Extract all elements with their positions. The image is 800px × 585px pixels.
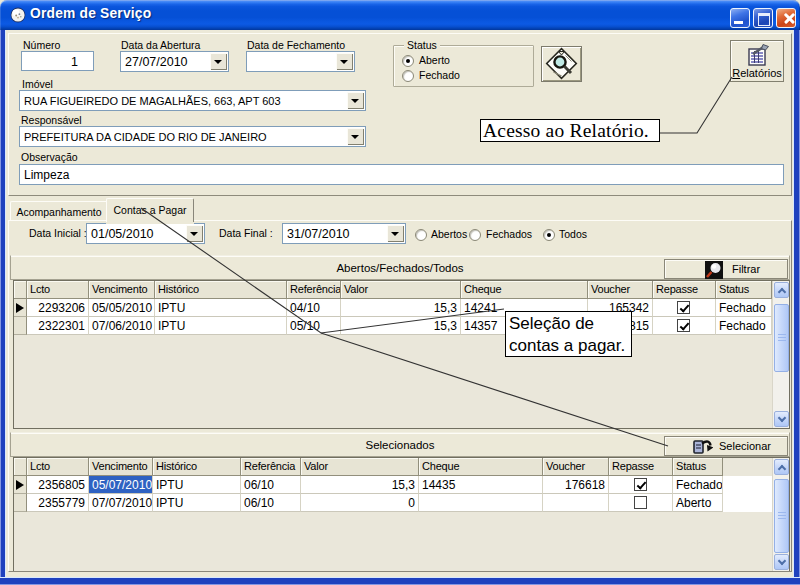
data-fechamento-combobox[interactable] [246,51,355,72]
annotation-line2: contas a pagar. [509,335,631,357]
radio-fechado[interactable] [402,70,414,82]
status-group-label: Status [404,39,440,51]
responsavel-combobox[interactable]: PREFEITURA DA CIDADE DO RIO DE JANEIRO [19,126,366,147]
imovel-value: RUA FIGUEIREDO DE MAGALHÃES, 663, APT 60… [24,95,281,107]
titlebar[interactable]: Ordem de Serviço [0,0,800,30]
relatorios-button[interactable]: Relatórios [730,40,784,82]
annotation-line1: Seleção de [509,313,631,335]
close-icon [786,12,799,25]
data-abertura-label: Data da Abertura [121,39,200,51]
search-button[interactable] [541,46,582,82]
data-abertura-value: 27/07/2010 [125,55,188,69]
annotation-selecao-contas: Seleção de contas a pagar. [505,311,632,357]
annotation-acesso-relatorio: Acesso ao Relatório. [480,119,660,142]
report-table-icon [747,44,771,68]
observacao-input[interactable]: Limpeza [19,164,784,185]
radio-aberto-label[interactable]: Aberto [419,54,450,66]
window-border-bottom [0,577,800,585]
responsavel-value: PREFEITURA DA CIDADE DO RIO DE JANEIRO [24,131,267,143]
app-window: Ordem de Serviço Número 1 Data da Abertu… [0,0,800,585]
header-form-panel: Número 1 Data da Abertura 27/07/2010 Dat… [8,33,792,196]
chevron-down-icon[interactable] [347,92,364,109]
relatorios-button-label: Relatórios [731,67,783,79]
minimize-button[interactable] [730,8,750,28]
responsavel-label: Responsável [21,114,82,126]
search-document-icon [542,47,581,81]
observacao-value: Limpeza [24,168,69,182]
data-abertura-combobox[interactable]: 27/07/2010 [120,51,229,72]
tab-page [8,220,792,572]
tab-acompanhamento[interactable]: Acompanhamento [10,201,108,221]
numero-label: Número [23,39,60,51]
radio-fechado-label[interactable]: Fechado [419,69,460,81]
window-border-right [793,30,800,577]
chevron-down-icon[interactable] [210,53,227,70]
imovel-label: Imóvel [22,78,53,90]
chevron-down-icon[interactable] [336,53,353,70]
imovel-combobox[interactable]: RUA FIGUEIREDO DE MAGALHÃES, 663, APT 60… [19,90,366,111]
relatorios-label-rest: elatórios [740,67,782,79]
window-title: Ordem de Serviço [30,6,151,21]
relatorios-accel-letter: R [732,67,740,79]
numero-value: 1 [71,55,78,69]
close-button[interactable] [776,8,796,28]
observacao-label: Observação [21,151,78,163]
data-fechamento-label: Data de Fechamento [247,39,345,51]
chevron-down-icon[interactable] [347,128,364,145]
window-border-left [0,30,6,577]
app-sphere-icon [10,7,26,23]
tab-contas-a-pagar[interactable]: Contas a Pagar [106,198,194,222]
radio-aberto[interactable] [402,55,414,67]
maximize-button[interactable] [753,8,773,28]
numero-input[interactable]: 1 [21,51,94,71]
status-groupbox: Status Aberto Fechado [393,45,534,87]
